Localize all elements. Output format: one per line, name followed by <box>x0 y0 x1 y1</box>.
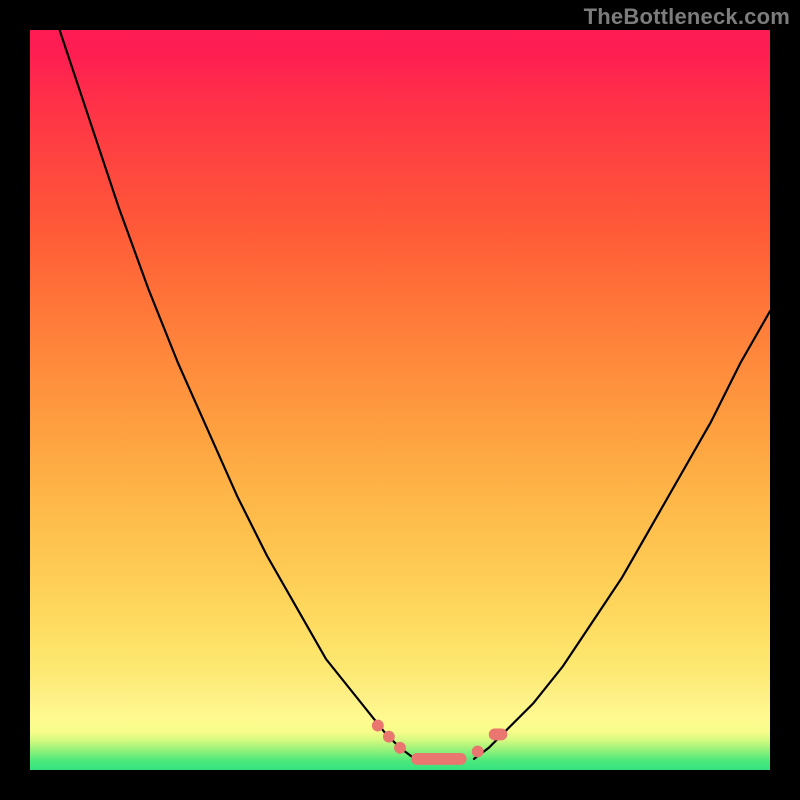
watermark-text: TheBottleneck.com <box>584 4 790 30</box>
data-marker-point <box>383 731 395 743</box>
markers-group <box>372 720 507 765</box>
chart-frame: TheBottleneck.com <box>0 0 800 800</box>
plot-area <box>30 30 770 770</box>
data-marker-point <box>394 742 406 754</box>
data-marker-point <box>472 746 484 758</box>
data-marker-bar <box>411 753 467 765</box>
curve-right <box>474 311 770 759</box>
chart-svg <box>30 30 770 770</box>
curve-left <box>60 30 415 759</box>
data-marker-point <box>372 720 384 732</box>
data-marker-bar <box>489 729 508 741</box>
